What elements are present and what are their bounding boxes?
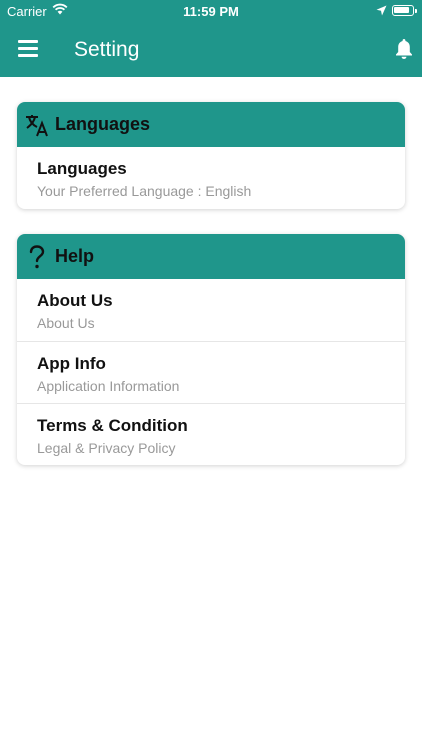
- about-us-row[interactable]: About Us About Us: [17, 279, 405, 341]
- bell-icon: [396, 39, 412, 59]
- help-section-title: Help: [55, 246, 95, 266]
- list-item-subtitle: About Us: [37, 315, 95, 331]
- list-item-subtitle: Legal & Privacy Policy: [37, 440, 176, 456]
- hamburger-line: [18, 54, 38, 57]
- app-header: Carrier 11:59 PM Setting: [0, 0, 422, 77]
- list-item-title: App Info: [37, 354, 106, 373]
- page-title: Setting: [74, 38, 140, 61]
- language-row[interactable]: Languages Your Preferred Language : Engl…: [17, 147, 405, 209]
- battery-icon: [392, 5, 417, 16]
- list-item-subtitle: Your Preferred Language : English: [37, 183, 252, 199]
- hamburger-line: [18, 40, 38, 43]
- languages-card: Languages Languages Your Preferred Langu…: [17, 102, 405, 209]
- languages-section-header: Languages: [17, 102, 405, 147]
- question-mark-icon: [23, 243, 51, 271]
- languages-section-title: Languages: [55, 114, 151, 134]
- menu-button[interactable]: [18, 40, 40, 58]
- help-section-header: Help: [17, 234, 405, 279]
- status-time: 11:59 PM: [183, 4, 239, 19]
- status-bar: Carrier 11:59 PM: [0, 0, 422, 22]
- list-item-title: Languages: [37, 159, 127, 178]
- terms-condition-row[interactable]: Terms & Condition Legal & Privacy Policy: [17, 403, 405, 465]
- help-card: Help About Us About Us App Info Applicat…: [17, 234, 405, 465]
- list-item-title: Terms & Condition: [37, 416, 188, 435]
- location-arrow-icon: [376, 4, 387, 19]
- app-info-row[interactable]: App Info Application Information: [17, 341, 405, 403]
- translate-icon: [23, 111, 51, 139]
- list-item-subtitle: Application Information: [37, 378, 180, 394]
- battery-level: [394, 7, 410, 13]
- list-item-title: About Us: [37, 291, 113, 310]
- notification-button[interactable]: [394, 38, 416, 62]
- hamburger-line: [18, 47, 38, 50]
